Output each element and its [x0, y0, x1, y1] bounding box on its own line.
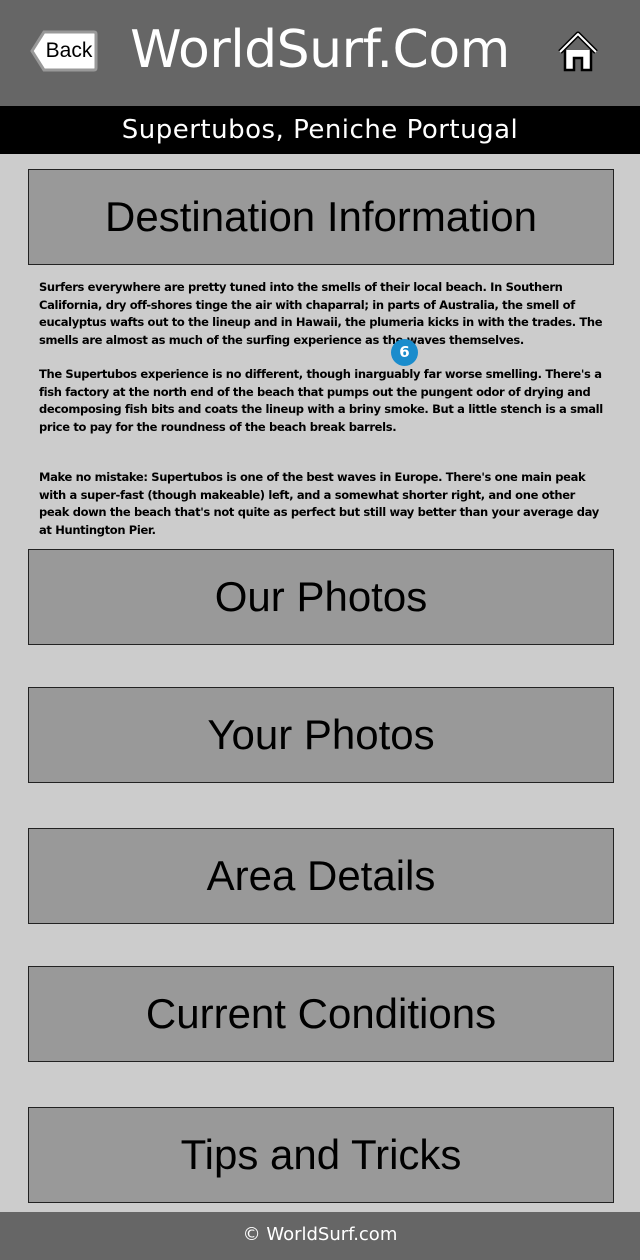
our-photos-button[interactable]: Our Photos: [28, 549, 614, 645]
tips-and-tricks-button[interactable]: Tips and Tricks: [28, 1107, 614, 1203]
app-title: WorldSurf.Com: [130, 20, 510, 80]
your-photos-button[interactable]: Your Photos: [28, 687, 614, 783]
destination-description: Surfers everywhere are pretty tuned into…: [39, 279, 605, 556]
location-title: Supertubos, Peniche Portugal: [0, 106, 640, 154]
footer-copyright: © WorldSurf.com: [0, 1212, 640, 1260]
description-paragraph: The Supertubos experience is no differen…: [39, 367, 603, 434]
back-button-label: Back: [45, 39, 93, 62]
area-details-button[interactable]: Area Details: [28, 828, 614, 924]
destination-information-button[interactable]: Destination Information: [28, 169, 614, 265]
description-paragraph: Make no mistake: Supertubos is one of th…: [39, 470, 599, 537]
description-paragraph: Surfers everywhere are pretty tuned into…: [39, 280, 603, 347]
current-conditions-button[interactable]: Current Conditions: [28, 966, 614, 1062]
home-icon[interactable]: [557, 30, 599, 74]
back-button[interactable]: Back: [30, 30, 98, 72]
app-header: Back WorldSurf.Com: [0, 0, 640, 106]
annotation-badge: 6: [391, 339, 418, 366]
